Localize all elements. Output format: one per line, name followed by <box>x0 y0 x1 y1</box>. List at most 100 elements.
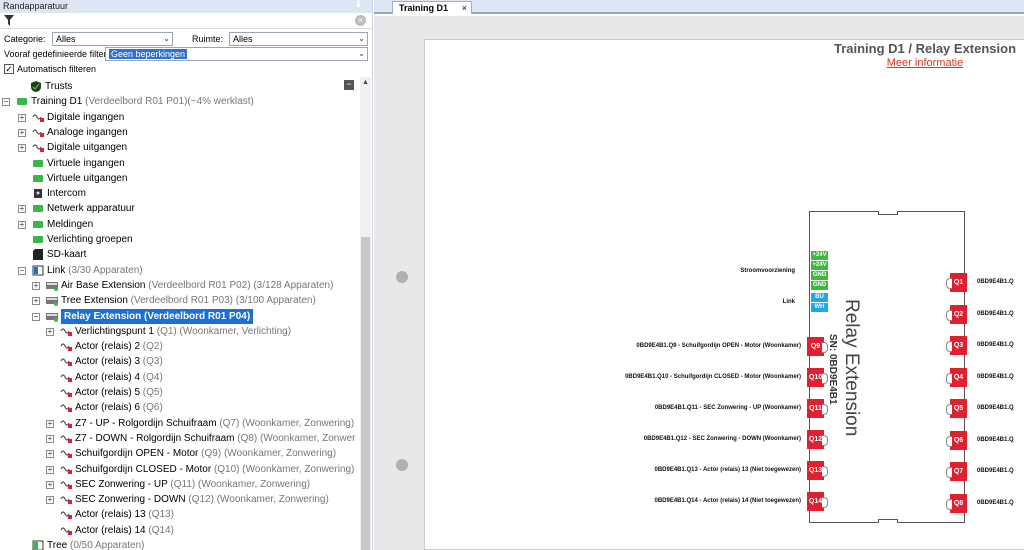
tree-node[interactable]: Actor (relais) 4 (Q4) <box>0 370 360 385</box>
expand-icon[interactable]: + <box>18 113 26 122</box>
scrollbar-thumb[interactable] <box>361 237 370 550</box>
power-pin: GND <box>811 281 828 290</box>
output-terminal[interactable]: Q3 <box>946 336 967 355</box>
tree-node[interactable]: + Netwerk apparatuur <box>0 201 360 216</box>
expand-icon[interactable]: + <box>46 327 54 336</box>
output-icon <box>60 374 72 382</box>
output-terminal[interactable]: Q5 <box>946 399 967 418</box>
output-terminal[interactable]: Q7 <box>946 462 967 481</box>
tree-node[interactable]: + Z7 - DOWN - Rolgordijn Schuifraam (Q8) … <box>0 431 360 446</box>
controller-icon <box>17 98 27 106</box>
tree-node-label: Virtuele ingangen <box>47 156 125 171</box>
tree-node[interactable]: + Digitale uitgangen <box>0 140 360 155</box>
expand-icon[interactable]: + <box>46 465 54 474</box>
expand-icon[interactable]: + <box>46 480 54 489</box>
tree-node[interactable]: + Air Base Extension (Verdeelbord R01 P02… <box>0 278 360 293</box>
output-terminal[interactable]: Q13 <box>807 461 828 480</box>
digital-input-icon <box>32 114 44 122</box>
tree-node[interactable]: + Analoge ingangen <box>0 125 360 140</box>
link-pin: WH <box>811 303 828 312</box>
tree-node[interactable]: + Z7 - UP - Rolgordijn Schuifraam (Q7) (W… <box>0 416 360 431</box>
output-terminal[interactable]: Q6 <box>946 430 967 450</box>
expand-icon[interactable]: + <box>32 281 40 290</box>
expand-icon[interactable]: + <box>18 220 26 229</box>
tree-node[interactable]: − Link (3/30 Apparaten) <box>0 263 360 278</box>
expand-icon[interactable]: + <box>46 419 54 428</box>
tree-node[interactable]: Actor (relais) 13 (Q13) <box>0 507 360 522</box>
auto-filter-checkbox[interactable]: ✓ <box>4 64 14 74</box>
output-icon <box>60 435 72 443</box>
expand-icon[interactable]: + <box>46 450 54 459</box>
scroll-up-icon[interactable]: ▲ <box>360 79 371 86</box>
more-info-link[interactable]: Meer informatie <box>795 57 1024 69</box>
expand-icon[interactable]: + <box>18 128 26 137</box>
tree-node[interactable]: Intercom <box>0 186 360 201</box>
output-terminal[interactable]: Q9 <box>807 337 828 356</box>
output-terminal[interactable]: Q2 <box>946 304 967 324</box>
collapse-icon[interactable]: − <box>18 266 26 275</box>
tree-node[interactable]: − Relay Extension (Verdeelbord R01 P04) <box>0 308 360 324</box>
virtual-output-icon <box>33 174 43 182</box>
tab-training-d1[interactable]: Training D1 × <box>392 1 472 14</box>
node-text: SEC Zonwering - DOWN <box>75 494 186 506</box>
expand-icon[interactable]: + <box>18 205 26 214</box>
tree-node-label: Training D1 (Verdeelbord R01 P01)(~4% we… <box>31 94 254 109</box>
tree-node[interactable]: Actor (relais) 3 (Q3) <box>0 354 360 369</box>
tree-node[interactable]: + Digitale ingangen <box>0 110 360 125</box>
output-terminal[interactable]: Q1 <box>946 273 967 292</box>
tree-node[interactable]: Actor (relais) 6 (Q6) <box>0 400 360 415</box>
output-label: 0BD9E4B1.Q <box>977 436 1014 443</box>
tree-node-label: Intercom <box>47 186 86 201</box>
tree-node[interactable]: Actor (relais) 5 (Q5) <box>0 385 360 400</box>
ruimte-select[interactable]: Alles ⌄ <box>229 32 368 46</box>
tree-node-label: Analoge ingangen <box>47 125 128 140</box>
page-sheet: Training D1 / Relay Extension Meer infor… <box>396 39 1024 550</box>
tree-node[interactable]: Verlichting groepen <box>0 232 360 247</box>
output-terminal[interactable]: Q11 <box>807 399 828 418</box>
predefined-filters-select[interactable]: Geen beperkingen ⌄ <box>105 47 368 61</box>
expand-icon[interactable]: + <box>32 297 40 306</box>
output-icon <box>60 404 72 413</box>
output-terminal[interactable]: Q12 <box>807 430 828 449</box>
tree-node[interactable]: Tree (0/50 Apparaten) <box>0 538 360 550</box>
tree-node[interactable]: + Meldingen <box>0 217 360 232</box>
tree-node[interactable]: Actor (relais) 2 (Q2) <box>0 339 360 354</box>
tree-node[interactable]: + SEC Zonwering - DOWN (Q12) (Woonkamer, … <box>0 492 360 507</box>
intercom-icon <box>34 189 42 199</box>
collapse-icon[interactable]: − <box>2 98 10 107</box>
panel-titlebar: Randapparatuur ⇓ <box>0 0 372 13</box>
output-label: 0BD9E4B1.Q12 - SEC Zonwering - DOWN (Woo… <box>643 436 801 442</box>
expand-icon[interactable]: + <box>46 434 54 443</box>
tree-node[interactable]: Virtuele uitgangen <box>0 171 360 186</box>
tree-node[interactable]: + Tree Extension (Verdeelbord R01 P03) (3… <box>0 293 360 308</box>
trusts-icon <box>31 81 41 92</box>
output-terminal[interactable]: Q8 <box>946 493 967 513</box>
node-text: Training D1 <box>31 96 83 108</box>
virtual-input-icon <box>33 159 43 167</box>
relay-extension-module[interactable]: Relay Extension SN: 0BD9E4B1 <box>809 211 965 523</box>
output-terminal[interactable]: Q10 <box>807 368 828 387</box>
output-terminal[interactable]: Q14 <box>807 492 828 511</box>
tree-node[interactable]: SD-kaart <box>0 247 360 262</box>
tree-node-label: SD-kaart <box>47 247 86 262</box>
categorie-select[interactable]: Alles ⌄ <box>52 32 173 46</box>
tree-node[interactable]: Virtuele ingangen <box>0 156 360 171</box>
tree-node[interactable]: − Training D1 (Verdeelbord R01 P01)(~4% w… <box>0 94 360 109</box>
tree-node[interactable]: + Schuifgordijn CLOSED - Motor (Q10) (Woo… <box>0 462 360 477</box>
tree-scrollbar[interactable]: ▲ <box>360 77 371 550</box>
tree-node[interactable]: Actor (relais) 14 (Q14) <box>0 523 360 538</box>
tree-node[interactable]: + SEC Zonwering - UP (Q11) (Woonkamer, Zo… <box>0 477 360 492</box>
expand-icon[interactable]: + <box>18 144 26 153</box>
tree-node[interactable]: Trusts <box>0 79 360 94</box>
tree-node[interactable]: + Schuifgordijn OPEN - Motor (Q9) (Woonka… <box>0 446 360 461</box>
output-icon <box>60 450 72 459</box>
collapse-icon[interactable]: − <box>32 312 40 321</box>
pin-icon[interactable]: ⇓ <box>350 0 367 9</box>
tree-node[interactable]: + Verlichtingspunt 1 (Q1) (Woonkamer, Ver… <box>0 324 360 339</box>
collapse-icon[interactable]: − <box>344 80 354 90</box>
clear-search-icon[interactable]: × <box>355 15 366 26</box>
close-icon[interactable]: × <box>462 2 467 14</box>
output-terminal[interactable]: Q4 <box>946 367 967 387</box>
expand-icon[interactable]: + <box>46 496 54 505</box>
search-bar[interactable]: × <box>0 13 372 29</box>
